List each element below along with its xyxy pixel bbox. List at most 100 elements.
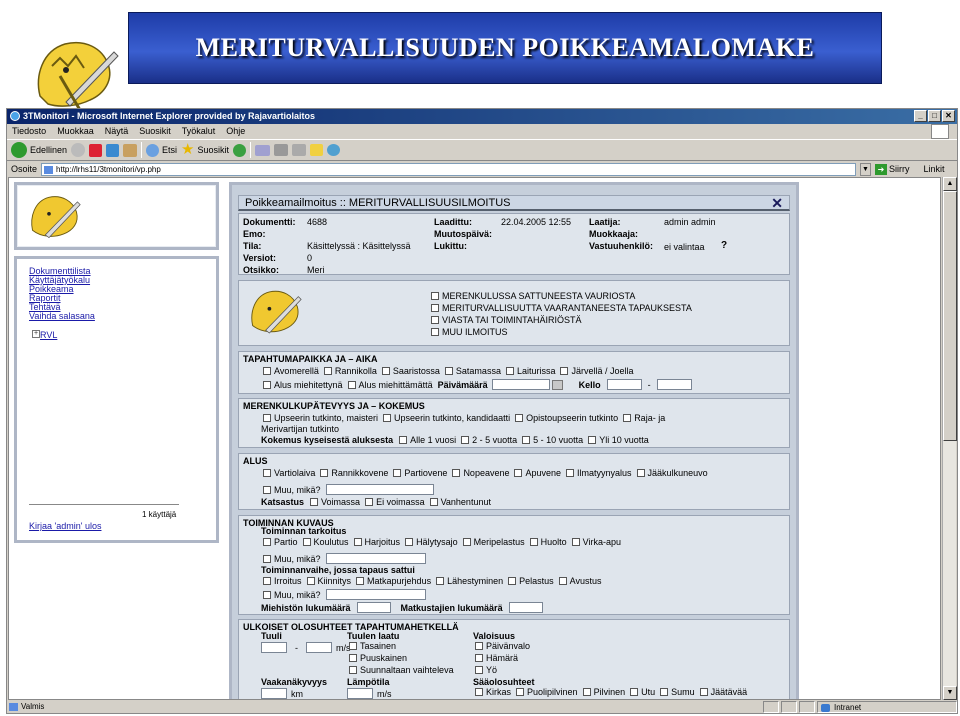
weather-option[interactable]: Pilvinen xyxy=(582,687,625,697)
light-option[interactable]: Hämärä xyxy=(475,653,518,663)
type-option-damage[interactable]: MERENKULUSSA SATTUNEESTA VAURIOSTA xyxy=(431,291,635,301)
purpose-option[interactable]: Harjoitus xyxy=(353,537,400,547)
forward-arrow-icon[interactable] xyxy=(71,143,86,157)
passengers-input[interactable] xyxy=(508,602,543,613)
experience-option[interactable]: 5 - 10 vuotta xyxy=(522,435,583,445)
history-icon[interactable] xyxy=(233,143,247,157)
search-button[interactable]: Etsi xyxy=(146,143,177,157)
place-option[interactable]: Järvellä / Joella xyxy=(560,366,634,376)
time-end-input[interactable] xyxy=(656,379,692,390)
wind-quality-option[interactable]: Suunnaltaan vaihteleva xyxy=(349,665,454,675)
close-icon[interactable]: ✕ xyxy=(771,196,783,210)
phase-option[interactable]: Kiinnitys xyxy=(306,576,351,586)
unmanned-option[interactable]: Alus miehittämättä xyxy=(347,380,433,390)
wind-quality-option[interactable]: Puuskainen xyxy=(349,653,407,663)
refresh-icon[interactable] xyxy=(106,143,120,157)
place-option[interactable]: Avomerellä xyxy=(263,366,319,376)
go-button[interactable]: ➜ Siirry xyxy=(875,163,910,175)
vessel-option[interactable]: Partiovene xyxy=(393,468,447,478)
type-option-other[interactable]: MUU ILMOITUS xyxy=(431,327,508,337)
vessel-option[interactable]: Ilmatyynyalus xyxy=(566,468,632,478)
responsible-value[interactable]: ei valintaa xyxy=(664,242,705,252)
scroll-up-arrow-icon[interactable]: ▲ xyxy=(943,177,957,191)
purpose-option[interactable]: Huolto xyxy=(529,537,567,547)
inspection-option[interactable]: Vanhentunut xyxy=(429,497,491,507)
purpose-option[interactable]: Koulutus xyxy=(302,537,349,547)
inspection-option[interactable]: Ei voimassa xyxy=(365,497,425,507)
experience-option[interactable]: 2 - 5 vuotta xyxy=(461,435,517,445)
degree-option[interactable]: Upseerin tutkinto, kandidaatti xyxy=(383,413,510,423)
purpose-option[interactable]: Hälytysajo xyxy=(405,537,458,547)
help-icon[interactable]: ? xyxy=(721,240,727,251)
address-dropdown[interactable]: ▼ xyxy=(860,162,872,176)
inspection-option[interactable]: Voimassa xyxy=(310,497,360,507)
experience-option[interactable]: Alle 1 vuosi xyxy=(399,435,456,445)
vessel-option[interactable]: Vartiolaiva xyxy=(263,468,315,478)
purpose-other-input[interactable] xyxy=(325,553,426,564)
close-button[interactable]: ✕ xyxy=(942,110,955,122)
logout-link[interactable]: Kirjaa 'admin' ulos xyxy=(29,521,101,531)
checkbox[interactable] xyxy=(431,316,439,324)
experience-option[interactable]: Yli 10 vuotta xyxy=(588,435,649,445)
vessel-option[interactable]: Nopeavene xyxy=(452,468,509,478)
degree-option[interactable]: Raja- ja xyxy=(623,413,665,423)
type-option-safety[interactable]: MERITURVALLISUUTTA VAARANTANEESTA TAPAUK… xyxy=(431,303,692,313)
crew-input[interactable] xyxy=(356,602,391,613)
folder-icon[interactable] xyxy=(310,144,324,156)
print-icon[interactable] xyxy=(274,144,289,156)
place-option[interactable]: Saaristossa xyxy=(381,366,440,376)
light-option[interactable]: Päivänvalo xyxy=(475,641,530,651)
visibility-input[interactable] xyxy=(261,688,287,699)
calendar-icon[interactable] xyxy=(551,379,563,390)
weather-option[interactable]: Puolipilvinen xyxy=(516,687,578,697)
minimize-button[interactable]: _ xyxy=(914,110,927,122)
place-option[interactable]: Laiturissa xyxy=(505,366,555,376)
weather-option[interactable]: Jäätävää xyxy=(699,687,747,697)
degree-option[interactable]: Upseerin tutkinto, maisteri xyxy=(263,413,378,423)
wind-min-input[interactable] xyxy=(261,642,287,653)
vessel-option[interactable]: Jääkulkuneuvo xyxy=(636,468,708,478)
edit-icon[interactable] xyxy=(292,144,307,156)
vessel-other-option[interactable]: Muu, mikä? xyxy=(263,485,321,495)
phase-option[interactable]: Avustus xyxy=(558,576,602,586)
place-option[interactable]: Satamassa xyxy=(444,366,501,376)
favorites-button[interactable]: ★ Suosikit xyxy=(181,142,229,157)
light-option[interactable]: Yö xyxy=(475,665,497,675)
type-option-fault[interactable]: VIASTA TAI TOIMINTAHÄIRIÖSTÄ xyxy=(431,315,582,325)
vessel-option[interactable]: Apuvene xyxy=(514,468,561,478)
links-button[interactable]: Linkit xyxy=(924,164,945,174)
home-icon[interactable] xyxy=(123,143,138,157)
time-start-input[interactable] xyxy=(606,379,642,390)
checkbox[interactable] xyxy=(431,328,439,336)
scroll-down-arrow-icon[interactable]: ▼ xyxy=(943,686,957,700)
messenger-icon[interactable] xyxy=(327,144,341,156)
menu-item-tools[interactable]: Työkalut xyxy=(182,124,216,139)
weather-option[interactable]: Utu xyxy=(630,687,655,697)
menu-item-file[interactable]: Tiedosto xyxy=(12,124,46,139)
menu-item-edit[interactable]: Muokkaa xyxy=(57,124,94,139)
menu-item-help[interactable]: Ohje xyxy=(226,124,245,139)
weather-option[interactable]: Kirkas xyxy=(475,687,511,697)
scrollbar-thumb[interactable] xyxy=(943,191,957,441)
weather-option[interactable]: Sumu xyxy=(660,687,695,697)
tree-item-rvl[interactable]: RVL xyxy=(32,330,57,340)
phase-option[interactable]: Lähestyminen xyxy=(436,576,503,586)
purpose-option[interactable]: Meripelastus xyxy=(462,537,525,547)
address-input[interactable]: http://lrhs11/3tmonitori/vp.php xyxy=(41,162,857,176)
mail-icon[interactable] xyxy=(255,144,271,156)
wind-max-input[interactable] xyxy=(306,642,332,653)
menu-item-view[interactable]: Näytä xyxy=(105,124,129,139)
wind-quality-option[interactable]: Tasainen xyxy=(349,641,396,651)
phase-option[interactable]: Matkapurjehdus xyxy=(356,576,431,586)
phase-other-input[interactable] xyxy=(325,589,426,600)
manned-option[interactable]: Alus miehitettynä xyxy=(263,380,343,390)
degree-option[interactable]: Opistoupseerin tutkinto xyxy=(515,413,618,423)
date-input[interactable] xyxy=(491,379,550,390)
checkbox[interactable] xyxy=(431,304,439,312)
purpose-option[interactable]: Virka-apu xyxy=(571,537,621,547)
checkbox[interactable] xyxy=(431,292,439,300)
phase-option[interactable]: Pelastus xyxy=(508,576,554,586)
vertical-scrollbar[interactable]: ▲ ▼ xyxy=(942,177,957,700)
nav-link-change-password[interactable]: Vaihda salasana xyxy=(29,312,95,321)
maximize-button[interactable]: □ xyxy=(928,110,941,122)
